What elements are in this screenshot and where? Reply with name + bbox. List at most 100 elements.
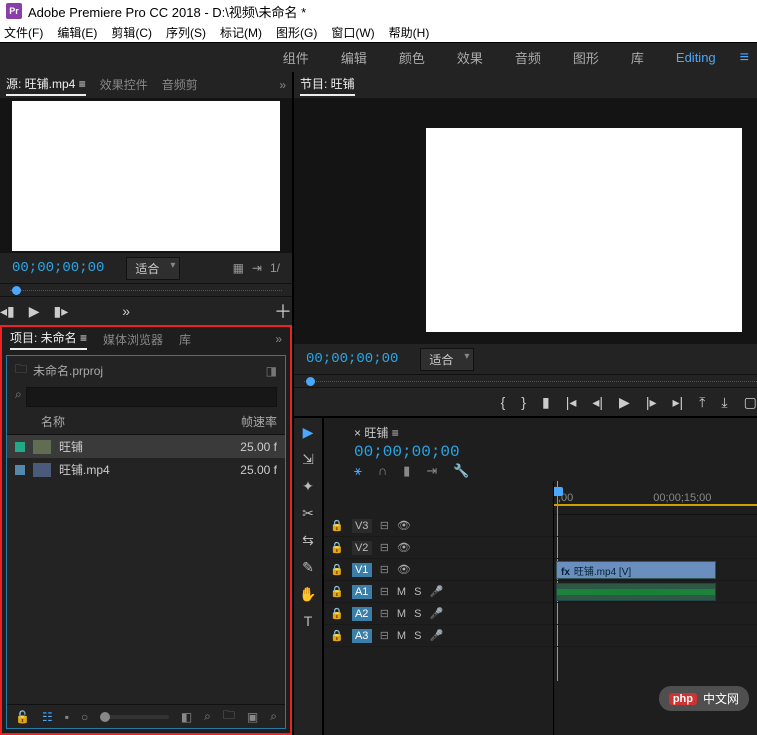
menu-clip[interactable]: 剪辑(C): [111, 24, 152, 41]
go-out-icon[interactable]: ▸|: [673, 394, 684, 411]
track-header-a3[interactable]: 🔒A3⊟MS🎤: [324, 625, 553, 647]
tab-media-browser[interactable]: 媒体浏览器: [103, 331, 163, 348]
menu-graphics[interactable]: 图形(G): [276, 24, 317, 41]
timeline-ruler[interactable]: ;00 00;00;15;00 00;00;30;0: [554, 481, 757, 515]
menu-sequence[interactable]: 序列(S): [166, 24, 206, 41]
toggle-icon[interactable]: ⊟: [380, 585, 389, 598]
track-v1-lane[interactable]: fx旺铺.mp4 [V]: [554, 559, 757, 581]
tab-source[interactable]: 源: 旺铺.mp4 ≡: [6, 75, 86, 96]
freeform-view-icon[interactable]: ○: [81, 710, 88, 724]
trash-icon[interactable]: ⌕: [270, 709, 277, 724]
menu-marker[interactable]: 标记(M): [220, 24, 262, 41]
lock-icon[interactable]: 🔒: [330, 629, 344, 642]
program-timecode[interactable]: 00;00;00;00: [306, 351, 398, 367]
audio-clip[interactable]: [556, 583, 716, 601]
workspace-menu-icon[interactable]: ≡: [740, 49, 749, 67]
menu-window[interactable]: 窗口(W): [331, 24, 374, 41]
eye-icon[interactable]: 👁: [397, 563, 411, 576]
lock-icon[interactable]: 🔒: [330, 607, 344, 620]
settings-icon[interactable]: ⇥: [426, 463, 437, 479]
toggle-icon[interactable]: ⊟: [380, 607, 389, 620]
toggle-icon[interactable]: ⊟: [380, 629, 389, 642]
source-ruler[interactable]: [0, 283, 292, 297]
track-v2-lane[interactable]: [554, 537, 757, 559]
track-select-tool-icon[interactable]: ⇲: [302, 451, 314, 468]
lock-icon[interactable]: 🔒: [330, 563, 344, 576]
mute-m[interactable]: M: [397, 608, 406, 620]
linked-sel-icon[interactable]: ∩: [378, 463, 387, 479]
ws-editing-cn[interactable]: 编辑: [341, 48, 367, 67]
pen-tool-icon[interactable]: ✎: [302, 559, 314, 576]
play-icon[interactable]: ▶: [619, 394, 630, 411]
thumb-size-slider[interactable]: [100, 715, 169, 719]
ws-libraries[interactable]: 库: [631, 48, 644, 67]
new-bin-icon[interactable]: 🗀: [223, 706, 235, 727]
ripple-tool-icon[interactable]: ✦: [302, 478, 314, 495]
project-search-input[interactable]: [26, 387, 277, 407]
snap-icon[interactable]: ⚹: [354, 463, 362, 479]
solo-s[interactable]: S: [414, 630, 421, 642]
ws-color[interactable]: 颜色: [399, 48, 425, 67]
timeline-timecode[interactable]: 00;00;00;00: [354, 443, 469, 461]
source-zoom-dropdown[interactable]: 适合: [126, 257, 180, 280]
toggle-icon[interactable]: ⊟: [380, 519, 389, 532]
settings-icon[interactable]: ⇥: [252, 261, 262, 275]
new-item-icon[interactable]: ▣: [247, 710, 258, 724]
auto-seq-icon[interactable]: ⌕: [204, 709, 211, 724]
ws-audio[interactable]: 音频: [515, 48, 541, 67]
source-timecode[interactable]: 00;00;00;00: [12, 260, 104, 276]
toggle-icon[interactable]: ⊟: [380, 563, 389, 576]
menu-help[interactable]: 帮助(H): [389, 24, 430, 41]
extract-icon[interactable]: ⤓: [721, 394, 727, 411]
export-frame-icon[interactable]: ▢: [744, 394, 757, 411]
mic-icon[interactable]: 🎤: [429, 629, 443, 642]
track-header-v3[interactable]: 🔒V3⊟👁: [324, 515, 553, 537]
panel-overflow-icon[interactable]: »: [275, 332, 282, 346]
source-playhead[interactable]: [12, 286, 21, 295]
toggle-icon[interactable]: ⊟: [380, 541, 389, 554]
source-monitor[interactable]: [0, 98, 292, 253]
type-tool-icon[interactable]: T: [304, 613, 313, 629]
program-playhead[interactable]: [306, 377, 315, 386]
project-row[interactable]: 旺铺 25.00 f: [7, 435, 285, 458]
program-ruler[interactable]: [294, 374, 757, 388]
tab-audio-clip[interactable]: 音频剪: [162, 76, 198, 95]
razor-tool-icon[interactable]: ✂: [302, 505, 314, 522]
ws-editing[interactable]: Editing: [676, 50, 716, 65]
track-a3-lane[interactable]: [554, 625, 757, 647]
mic-icon[interactable]: 🎤: [429, 607, 443, 620]
eye-icon[interactable]: 👁: [397, 541, 411, 554]
track-header-a2[interactable]: 🔒A2⊟MS🎤: [324, 603, 553, 625]
lock-icon[interactable]: 🔒: [330, 585, 344, 598]
lock-icon[interactable]: 🔓: [15, 710, 30, 724]
track-header-v2[interactable]: 🔒V2⊟👁: [324, 537, 553, 559]
ws-effects[interactable]: 效果: [457, 48, 483, 67]
project-row[interactable]: 旺铺.mp4 25.00 f: [7, 458, 285, 481]
lift-icon[interactable]: ⤒: [699, 394, 705, 411]
mark-in-icon[interactable]: {: [501, 394, 506, 410]
half-res-label[interactable]: 1/: [270, 261, 280, 275]
menu-file[interactable]: 文件(F): [4, 24, 43, 41]
tab-libraries[interactable]: 库: [179, 331, 191, 348]
wrench-icon[interactable]: 🔧: [453, 463, 469, 479]
filter-icon[interactable]: ◨: [266, 364, 277, 378]
step-fwd-icon[interactable]: ▮▸: [54, 303, 69, 320]
selection-tool-icon[interactable]: ▶: [303, 424, 314, 441]
solo-s[interactable]: S: [414, 586, 421, 598]
col-name-header[interactable]: 名称: [15, 413, 241, 430]
tab-effect-controls[interactable]: 效果控件: [100, 76, 148, 95]
track-v3-lane[interactable]: [554, 515, 757, 537]
mark-out-icon[interactable]: }: [521, 394, 526, 410]
solo-s[interactable]: S: [414, 608, 421, 620]
list-view-icon[interactable]: ☷: [42, 710, 53, 724]
lock-icon[interactable]: 🔒: [330, 519, 344, 532]
track-header-v1[interactable]: 🔒V1⊟👁: [324, 559, 553, 581]
sort-icon[interactable]: ◧: [181, 710, 192, 724]
eye-icon[interactable]: 👁: [397, 519, 411, 532]
grid-icon[interactable]: ▦: [233, 261, 244, 275]
add-button-icon[interactable]: ＋: [274, 298, 292, 324]
ws-graphics[interactable]: 图形: [573, 48, 599, 67]
mic-icon[interactable]: 🎤: [429, 585, 443, 598]
step-back-icon[interactable]: ◂▮: [0, 303, 15, 320]
program-monitor[interactable]: [294, 98, 757, 344]
